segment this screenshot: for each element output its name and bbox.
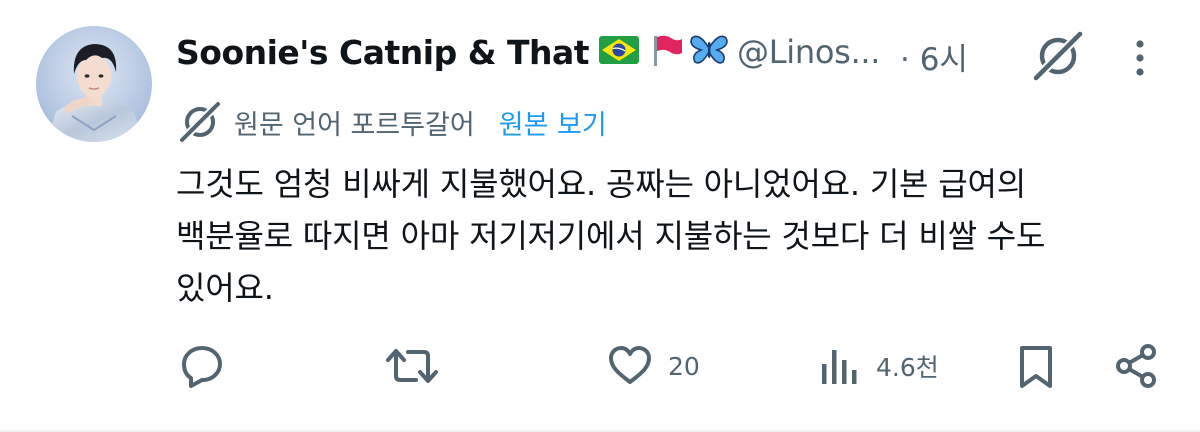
tweet-body-line: 백분율로 따지면 아마 저기저기에서 지불하는 것보다 더 비쌀 수도 <box>176 217 1046 255</box>
views-button[interactable]: 4.6천 <box>818 336 939 396</box>
translation-source-label: 원문 언어 포르투갈어 <box>234 109 475 141</box>
like-button[interactable]: 20 <box>606 336 700 396</box>
butterfly-icon <box>689 32 729 72</box>
views-count: 4.6천 <box>876 353 939 382</box>
bookmark-button[interactable] <box>1014 336 1058 396</box>
translation-row: 원문 언어 포르투갈어 원본 보기 <box>176 98 607 146</box>
view-original-link[interactable]: 원본 보기 <box>499 103 607 142</box>
display-name[interactable]: Soonie's Catnip & That <box>176 33 590 72</box>
heart-icon <box>609 346 651 384</box>
reply-icon <box>182 346 222 388</box>
red-flag-icon <box>649 32 685 72</box>
like-count: 20 <box>668 351 700 381</box>
user-handle[interactable]: @Linos... <box>737 33 880 71</box>
tweet-header: Soonie's Catnip & That @Linos... <box>176 28 880 76</box>
share-button[interactable] <box>1112 336 1160 396</box>
share-icon <box>1116 344 1156 388</box>
avatar-image <box>36 26 152 142</box>
bookmark-icon <box>1020 346 1052 388</box>
timestamp[interactable]: · 6시 <box>900 34 968 79</box>
grok-icon[interactable] <box>1030 30 1086 82</box>
more-options-icon[interactable] <box>1126 36 1154 80</box>
views-chart-icon <box>822 350 857 384</box>
brazil-flag-icon <box>599 36 640 68</box>
avatar[interactable] <box>36 26 152 142</box>
retweet-icon <box>386 349 438 383</box>
tweet-card[interactable]: Soonie's Catnip & That @Linos... · 6시 원문… <box>0 0 1200 432</box>
retweet-button[interactable] <box>384 336 454 396</box>
tweet-body: 그것도 엄청 비싸게 지불했어요. 공짜는 아니었어요. 기본 급여의 백분율로… <box>176 158 1136 314</box>
reply-button[interactable] <box>178 336 240 396</box>
tweet-body-line: 있어요. <box>176 269 274 307</box>
grok-translate-icon <box>179 101 221 143</box>
tweet-body-line: 그것도 엄청 비싸게 지불했어요. 공짜는 아니었어요. 기본 급여의 <box>176 165 1026 203</box>
